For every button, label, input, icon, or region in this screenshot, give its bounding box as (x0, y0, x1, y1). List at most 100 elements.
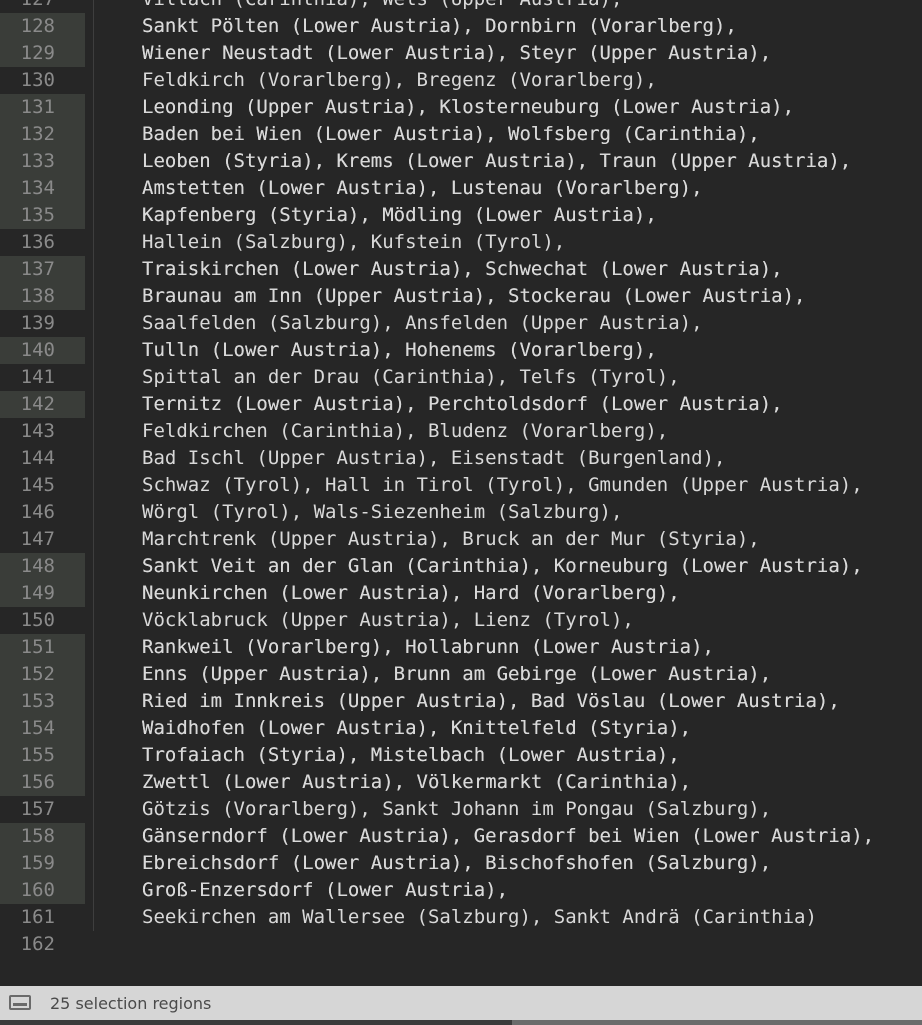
code-line[interactable]: 140 Tulln (Lower Austria), Hohenems (Vora… (0, 337, 922, 364)
code-line[interactable]: 151 Rankweil (Vorarlberg), Hollabrunn (Lo… (0, 634, 922, 661)
code-line[interactable]: 149 Neunkirchen (Lower Austria), Hard (Vo… (0, 580, 922, 607)
line-text[interactable]: Feldkirchen (Carinthia), Bludenz (Vorarl… (142, 418, 668, 445)
code-line[interactable]: 133 Leoben (Styria), Krems (Lower Austria… (0, 148, 922, 175)
line-number: 155 (0, 742, 85, 769)
line-text[interactable]: Baden bei Wien (Lower Austria), Wolfsber… (142, 121, 760, 148)
indent-guide (93, 769, 94, 796)
code-line[interactable]: 134 Amstetten (Lower Austria), Lustenau (… (0, 175, 922, 202)
code-lines[interactable]: 127 Villach (Carinthia), Wels (Upper Aust… (0, 0, 922, 958)
line-text[interactable]: Ternitz (Lower Austria), Perchtoldsdorf … (142, 391, 783, 418)
line-number: 141 (20, 366, 55, 388)
line-text[interactable]: Marchtrenk (Upper Austria), Bruck an der… (142, 526, 760, 553)
code-line[interactable]: 137 Traiskirchen (Lower Austria), Schwech… (0, 256, 922, 283)
line-text[interactable]: Trofaiach (Styria), Mistelbach (Lower Au… (142, 742, 680, 769)
code-line[interactable]: 148 Sankt Veit an der Glan (Carinthia), K… (0, 553, 922, 580)
line-text[interactable]: Feldkirch (Vorarlberg), Bregenz (Vorarlb… (142, 67, 657, 94)
line-text[interactable]: Neunkirchen (Lower Austria), Hard (Vorar… (142, 580, 680, 607)
code-line[interactable]: 130 Feldkirch (Vorarlberg), Bregenz (Vora… (0, 67, 922, 94)
line-number: 133 (0, 148, 85, 175)
line-number: 159 (0, 850, 85, 877)
status-bar: 25 selection regions (0, 986, 922, 1020)
line-text[interactable]: Vöcklabruck (Upper Austria), Lienz (Tyro… (142, 607, 634, 634)
code-line[interactable]: 147 Marchtrenk (Upper Austria), Bruck an … (0, 526, 922, 553)
line-text[interactable]: Enns (Upper Austria), Brunn am Gebirge (… (142, 661, 771, 688)
indent-guide (93, 445, 94, 472)
line-text[interactable]: Leonding (Upper Austria), Klosterneuburg… (142, 94, 794, 121)
line-text[interactable]: Tulln (Lower Austria), Hohenems (Vorarlb… (142, 337, 657, 364)
code-line[interactable]: 160 Groß-Enzersdorf (Lower Austria), (0, 877, 922, 904)
code-line[interactable]: 156 Zwettl (Lower Austria), Völkermarkt (… (0, 769, 922, 796)
line-text[interactable]: Kapfenberg (Styria), Mödling (Lower Aust… (142, 202, 657, 229)
code-line[interactable]: 161 Seekirchen am Wallersee (Salzburg), S… (0, 904, 922, 931)
code-line[interactable]: 139 Saalfelden (Salzburg), Ansfelden (Upp… (0, 310, 922, 337)
line-number: 132 (0, 121, 85, 148)
indent-guide (93, 472, 94, 499)
editor-area[interactable]: 127 Villach (Carinthia), Wels (Upper Aust… (0, 0, 922, 986)
line-text[interactable]: Groß-Enzersdorf (Lower Austria), (142, 877, 508, 904)
line-text[interactable]: Gänserndorf (Lower Austria), Gerasdorf b… (142, 823, 874, 850)
code-line[interactable]: 158 Gänserndorf (Lower Austria), Gerasdor… (0, 823, 922, 850)
code-line[interactable]: 136 Hallein (Salzburg), Kufstein (Tyrol), (0, 229, 922, 256)
code-line[interactable]: 141 Spittal an der Drau (Carinthia), Telf… (0, 364, 922, 391)
indent-guide (93, 661, 94, 688)
code-line[interactable]: 155 Trofaiach (Styria), Mistelbach (Lower… (0, 742, 922, 769)
code-line[interactable]: 143 Feldkirchen (Carinthia), Bludenz (Vor… (0, 418, 922, 445)
line-text[interactable]: Traiskirchen (Lower Austria), Schwechat … (142, 256, 783, 283)
line-text[interactable]: Villach (Carinthia), Wels (Upper Austria… (142, 0, 622, 13)
code-line[interactable]: 135 Kapfenberg (Styria), Mödling (Lower A… (0, 202, 922, 229)
line-text[interactable]: Ried im Innkreis (Upper Austria), Bad Vö… (142, 688, 840, 715)
code-line[interactable]: 152 Enns (Upper Austria), Brunn am Gebirg… (0, 661, 922, 688)
line-text[interactable]: Sankt Veit an der Glan (Carinthia), Korn… (142, 553, 863, 580)
line-text[interactable]: Wörgl (Tyrol), Wals-Siezenheim (Salzburg… (142, 499, 622, 526)
line-text[interactable]: Spittal an der Drau (Carinthia), Telfs (… (142, 364, 680, 391)
line-text[interactable]: Ebreichsdorf (Lower Austria), Bischofsho… (142, 850, 771, 877)
line-text[interactable]: Saalfelden (Salzburg), Ansfelden (Upper … (142, 310, 703, 337)
code-line[interactable]: 129 Wiener Neustadt (Lower Austria), Stey… (0, 40, 922, 67)
code-line[interactable]: 131 Leonding (Upper Austria), Klosterneub… (0, 94, 922, 121)
line-number: 142 (0, 391, 85, 418)
line-text[interactable]: Waidhofen (Lower Austria), Knittelfeld (… (142, 715, 691, 742)
line-number: 136 (20, 231, 55, 253)
panel-toggle-icon[interactable] (9, 995, 31, 1010)
line-number: 131 (0, 94, 85, 121)
line-text[interactable]: Wiener Neustadt (Lower Austria), Steyr (… (142, 40, 771, 67)
line-text[interactable]: Rankweil (Vorarlberg), Hollabrunn (Lower… (142, 634, 714, 661)
code-line[interactable]: 157 Götzis (Vorarlberg), Sankt Johann im … (0, 796, 922, 823)
code-line[interactable]: 146 Wörgl (Tyrol), Wals-Siezenheim (Salzb… (0, 499, 922, 526)
line-text[interactable]: Hallein (Salzburg), Kufstein (Tyrol), (142, 229, 565, 256)
line-text[interactable]: Amstetten (Lower Austria), Lustenau (Vor… (142, 175, 703, 202)
line-text[interactable]: Leoben (Styria), Krems (Lower Austria), … (142, 148, 851, 175)
code-line[interactable]: 142 Ternitz (Lower Austria), Perchtoldsdo… (0, 391, 922, 418)
line-number: 154 (0, 715, 85, 742)
code-line[interactable]: 127 Villach (Carinthia), Wels (Upper Aust… (0, 0, 922, 13)
line-number: 162 (20, 933, 55, 955)
indent-guide (93, 337, 94, 364)
line-number: 153 (0, 688, 85, 715)
indent-guide (93, 499, 94, 526)
code-line[interactable]: 154 Waidhofen (Lower Austria), Knittelfel… (0, 715, 922, 742)
code-line[interactable]: 132 Baden bei Wien (Lower Austria), Wolfs… (0, 121, 922, 148)
line-text[interactable]: Braunau am Inn (Upper Austria), Stockera… (142, 283, 805, 310)
indent-guide (93, 526, 94, 553)
line-text[interactable]: Zwettl (Lower Austria), Völkermarkt (Car… (142, 769, 691, 796)
line-text[interactable]: Seekirchen am Wallersee (Salzburg), Sank… (142, 904, 817, 931)
code-line[interactable]: 128 Sankt Pölten (Lower Austria), Dornbir… (0, 13, 922, 40)
code-line[interactable]: 150 Vöcklabruck (Upper Austria), Lienz (T… (0, 607, 922, 634)
code-line[interactable]: 145 Schwaz (Tyrol), Hall in Tirol (Tyrol)… (0, 472, 922, 499)
line-text[interactable]: Schwaz (Tyrol), Hall in Tirol (Tyrol), G… (142, 472, 863, 499)
line-text[interactable]: Bad Ischl (Upper Austria), Eisenstadt (B… (142, 445, 725, 472)
code-line[interactable]: 153 Ried im Innkreis (Upper Austria), Bad… (0, 688, 922, 715)
line-number: 143 (20, 420, 55, 442)
horizontal-scrollbar-thumb[interactable] (512, 1020, 922, 1025)
indent-guide (93, 256, 94, 283)
code-line[interactable]: 162 (0, 931, 922, 958)
indent-guide (93, 715, 94, 742)
code-line[interactable]: 159 Ebreichsdorf (Lower Austria), Bischof… (0, 850, 922, 877)
indent-guide (93, 634, 94, 661)
code-line[interactable]: 144 Bad Ischl (Upper Austria), Eisenstadt… (0, 445, 922, 472)
line-text[interactable]: Sankt Pölten (Lower Austria), Dornbirn (… (142, 13, 737, 40)
line-text[interactable]: Götzis (Vorarlberg), Sankt Johann im Pon… (142, 796, 771, 823)
horizontal-scrollbar[interactable] (0, 1020, 922, 1025)
code-line[interactable]: 138 Braunau am Inn (Upper Austria), Stock… (0, 283, 922, 310)
line-number: 152 (0, 661, 85, 688)
